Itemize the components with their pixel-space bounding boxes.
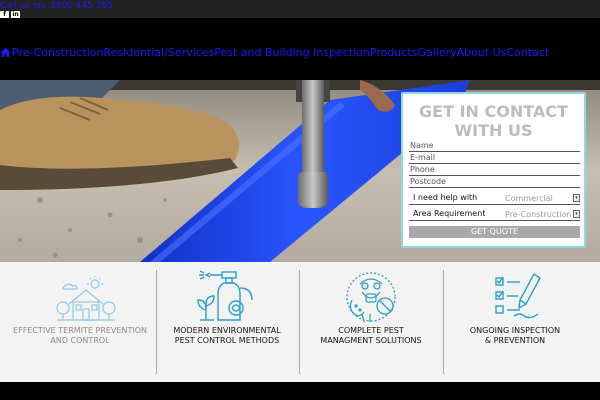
nav-about-us[interactable]: About Us — [457, 46, 507, 59]
feature-complete-line-1: COMPLETE PEST — [338, 326, 404, 335]
house-icon — [56, 276, 116, 321]
help-select[interactable]: I need help with Commercial ▾ — [409, 192, 580, 205]
footer-bar — [0, 382, 600, 400]
checklist-icon — [495, 272, 541, 319]
feature-complete-line-2: MANAGMENT SOLUTIONS — [320, 336, 422, 345]
form-title-line-1: GET IN CONTACT — [419, 102, 568, 121]
nav-contact[interactable]: Contact — [506, 46, 549, 59]
area-select-label: Area Requirement — [413, 209, 486, 218]
feature-inspection-line-1: ONGOING INSPECTION — [469, 326, 561, 335]
area-select[interactable]: Area Requirement Pre-Construction ▾ — [409, 208, 580, 221]
feature-complete: COMPLETE PEST MANAGMENT SOLUTIONS — [296, 262, 446, 382]
nav-products[interactable]: Products — [370, 46, 418, 59]
feature-complete-label: COMPLETE PEST MANAGMENT SOLUTIONS — [296, 326, 446, 346]
name-field[interactable]: Name — [409, 140, 580, 152]
feature-termite: EFFECTIVE TERMITE PREVENTION AND CONTROL — [5, 262, 155, 382]
area-select-value: Pre-Construction — [505, 210, 572, 219]
top-bar: Call us on: 1800 445 785 f in — [0, 0, 600, 19]
feature-inspection: ONGOING INSPECTION & PREVENTION — [440, 262, 590, 382]
phone-field[interactable]: Phone — [409, 164, 580, 176]
help-select-label: I need help with — [413, 193, 478, 202]
feature-environmental-line-1: MODERN ENVIRONMENTAL — [173, 326, 281, 335]
chevron-down-icon[interactable]: ▾ — [573, 194, 580, 202]
feature-termite-line-2: AND CONTROL — [50, 336, 110, 345]
feature-environmental-label: MODERN ENVIRONMENTAL PEST CONTROL METHOD… — [152, 326, 302, 346]
nav-gallery[interactable]: Gallery — [417, 46, 456, 59]
feature-environmental-line-2: PEST CONTROL METHODS — [174, 336, 280, 345]
form-title-line-2: WITH US — [454, 121, 533, 140]
feature-termite-line-1: EFFECTIVE TERMITE PREVENTION — [13, 326, 147, 335]
form-title: GET IN CONTACT WITH US — [403, 102, 584, 140]
help-select-value: Commercial — [505, 194, 553, 203]
features-section: EFFECTIVE TERMITE PREVENTION AND CONTROL — [0, 262, 600, 382]
home-icon[interactable] — [0, 47, 11, 58]
postcode-field[interactable]: Postcode — [409, 176, 580, 188]
spray-bottle-icon — [197, 270, 253, 321]
nav-residential-services[interactable]: Residential/Services — [104, 46, 215, 59]
nav-pre-construction[interactable]: Pre-Construction — [12, 46, 104, 59]
email-field[interactable]: E-mail — [409, 152, 580, 164]
get-quote-button[interactable]: GET QUOTE — [409, 226, 580, 238]
gas-mask-icon — [346, 272, 396, 323]
feature-inspection-line-2: & PREVENTION — [484, 336, 546, 345]
contact-form: GET IN CONTACT WITH US Name E-mail Phone… — [401, 92, 586, 248]
feature-inspection-label: ONGOING INSPECTION & PREVENTION — [440, 326, 590, 346]
main-nav: Pre-Construction Residential/Services Pe… — [0, 18, 600, 80]
feature-environmental: MODERN ENVIRONMENTAL PEST CONTROL METHOD… — [152, 262, 302, 382]
chevron-down-icon[interactable]: ▾ — [573, 210, 580, 218]
feature-termite-label: EFFECTIVE TERMITE PREVENTION AND CONTROL — [5, 326, 155, 346]
nav-pest-building-inspection[interactable]: Pest and Building Inspection — [214, 46, 370, 59]
nav-list: Pre-Construction Residential/Services Pe… — [0, 46, 549, 59]
